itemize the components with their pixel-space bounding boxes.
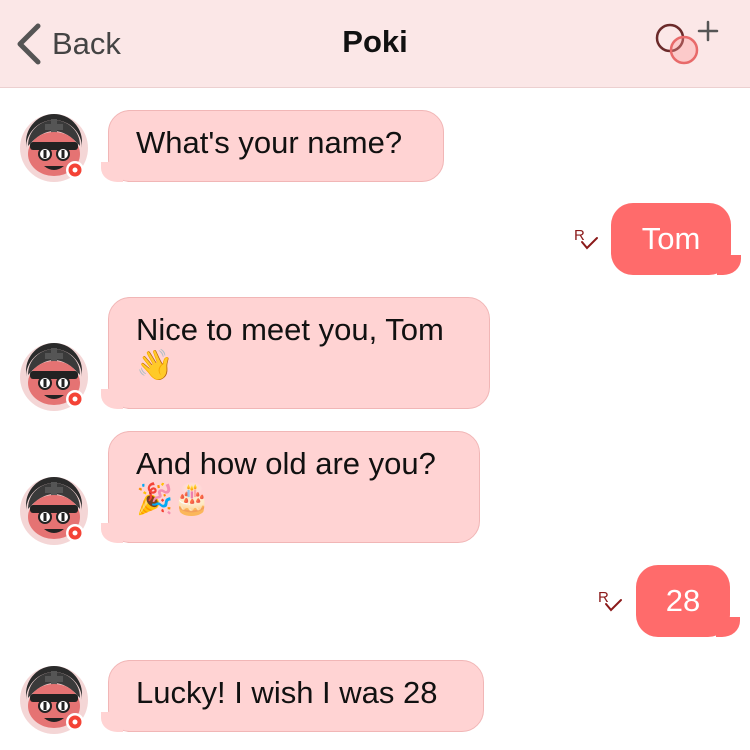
message-text: Nice to meet you, Tom	[136, 312, 444, 347]
message-list[interactable]: What's your name? Tom Nice to meet you, …	[0, 88, 750, 750]
outgoing-message-bubble: 28	[636, 565, 740, 637]
outgoing-message-bubble: Tom	[611, 203, 741, 275]
incoming-message-bubble: What's your name?	[101, 110, 444, 182]
message-row: Nice to meet you, Tom 👋	[0, 297, 750, 409]
chat-title: Poki	[342, 24, 408, 59]
message-row: What's your name?	[0, 108, 750, 188]
incoming-message-bubble: And how old are you? 🎉🎂	[101, 431, 480, 543]
message-row: Lucky! I wish I was 28	[0, 658, 750, 738]
waving-hand-emoji: 👋	[136, 348, 174, 383]
poki-avatar[interactable]	[18, 475, 90, 547]
message-text: Lucky! I wish I was 28	[136, 675, 438, 710]
message-text: 28	[665, 583, 701, 618]
message-row: 28	[0, 565, 750, 637]
add-group-icon[interactable]	[650, 16, 722, 72]
incoming-message-bubble: Nice to meet you, Tom 👋	[101, 297, 490, 409]
incoming-message-bubble: Lucky! I wish I was 28	[101, 660, 484, 732]
party-cake-emoji: 🎉🎂	[136, 482, 211, 517]
chat-header: Back Poki	[0, 0, 750, 88]
poki-avatar[interactable]	[18, 341, 90, 413]
message-text: What's your name?	[136, 125, 403, 160]
message-row: Tom	[0, 203, 750, 275]
message-row: And how old are you? 🎉🎂	[0, 431, 750, 543]
poki-avatar[interactable]	[18, 664, 90, 736]
message-text: And how old are you?	[136, 446, 436, 481]
message-text: Tom	[641, 221, 701, 256]
read-receipt-icon	[598, 588, 624, 614]
read-receipt-icon	[574, 226, 600, 252]
poki-avatar[interactable]	[18, 112, 90, 184]
